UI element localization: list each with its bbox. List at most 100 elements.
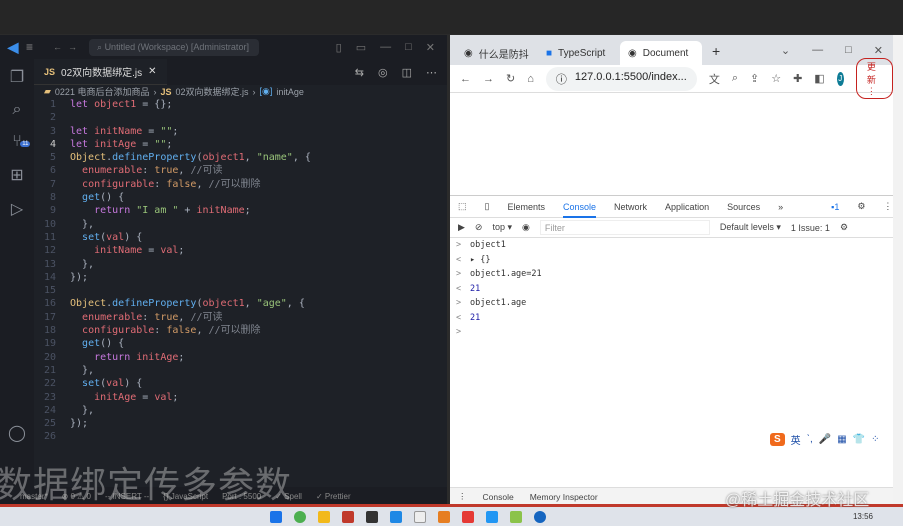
console-settings-icon[interactable]: ⚙ — [840, 222, 848, 233]
tab-network[interactable]: Network — [614, 202, 647, 212]
app-icon[interactable] — [390, 510, 402, 523]
compare-icon[interactable]: ⇆ — [355, 66, 364, 79]
update-button[interactable]: 更新 ⋮ — [855, 58, 893, 99]
back-icon[interactable]: ← — [53, 42, 62, 52]
app-icon[interactable] — [342, 510, 354, 523]
breadcrumb-folder[interactable]: 0221 电商后台添加商品 — [55, 85, 150, 98]
clock[interactable]: 13:56 — [853, 512, 903, 521]
status-prettier[interactable]: ✓ Prettier — [316, 492, 351, 501]
source-control-icon[interactable]: ⑂ 11 — [12, 133, 31, 151]
ime-toolbar[interactable]: S 英 ˋ, 🎤 ▦ 👕 ⁘ — [770, 432, 880, 447]
tab-elements[interactable]: Elements — [507, 202, 545, 212]
messages-badge[interactable]: ▪1 — [831, 202, 839, 212]
typora-icon[interactable] — [414, 510, 426, 523]
panel-icon[interactable]: ▭ — [356, 41, 366, 54]
ime-skin-icon[interactable]: 👕 — [853, 434, 865, 445]
tab-application[interactable]: Application — [665, 202, 709, 212]
ime-keyboard-icon[interactable]: ▦ — [837, 434, 846, 445]
maximize-icon[interactable]: □ — [845, 44, 852, 57]
file-explorer-icon[interactable] — [318, 510, 330, 523]
more-tabs-icon[interactable]: » — [778, 202, 783, 212]
drawer-menu-icon[interactable]: ⋮ — [458, 491, 467, 502]
app-icon[interactable] — [366, 510, 378, 523]
search-icon[interactable]: ⌕ — [13, 101, 22, 119]
drawer-tab-memory-inspector[interactable]: Memory Inspector — [530, 492, 598, 502]
share-icon[interactable]: ⇪ — [750, 72, 759, 85]
code-line: 20 return initAge; — [34, 351, 447, 364]
context-select[interactable]: top ▾ — [492, 222, 512, 233]
levels-select[interactable]: Default levels ▾ — [720, 222, 781, 233]
close-icon[interactable]: ✕ — [874, 44, 883, 57]
code-editor[interactable]: 1 let object1 = {}; 2 3 let initName = ""; 4 l… — [34, 98, 447, 444]
code-token: }); — [70, 418, 89, 430]
forward-icon[interactable]: → — [68, 42, 77, 52]
editor-tab[interactable]: JS 02双向数据绑定.js ✕ — [34, 59, 167, 85]
run-debug-icon[interactable]: ▷ — [11, 199, 23, 219]
close-tab-icon[interactable]: ✕ — [148, 66, 156, 77]
sidepanel-icon[interactable]: ◧ — [814, 72, 824, 85]
app-icon[interactable] — [510, 510, 522, 523]
breadcrumb-symbol[interactable]: initAge — [276, 87, 304, 97]
minimize-icon[interactable]: — — [380, 41, 391, 54]
star-icon[interactable]: ☆ — [771, 72, 781, 85]
account-icon[interactable]: ◯ — [8, 423, 26, 443]
filter-input[interactable]: Filter — [539, 220, 710, 235]
home-icon[interactable]: ⌂ — [527, 73, 534, 85]
ime-mic-icon[interactable]: 🎤 — [819, 434, 831, 445]
explorer-icon[interactable]: ❐ — [10, 67, 24, 87]
browser-tab[interactable]: ◉ 什么是防抖 — [456, 41, 538, 65]
code-token: ) { — [124, 378, 143, 390]
line-text: Object.defineProperty(object1, "age", { — [70, 297, 305, 310]
sidebar-toggle-icon[interactable]: ▶ — [458, 222, 465, 233]
console-output[interactable]: > object1 < ▸ {} > object1.age=21 <21 > object1.… — [450, 238, 893, 340]
tab-sources[interactable]: Sources — [727, 202, 760, 212]
address-bar[interactable]: ⓘ 127.0.0.1:5500/index... — [545, 66, 697, 91]
breadcrumb-file[interactable]: 02双向数据绑定.js — [175, 85, 248, 98]
forward-icon[interactable]: → — [483, 73, 494, 85]
ime-menu-icon[interactable]: ⁘ — [871, 434, 879, 445]
drawer-tab-console[interactable]: Console — [483, 492, 514, 502]
device-icon[interactable]: ▯ — [485, 201, 490, 212]
maximize-icon[interactable]: □ — [405, 41, 412, 54]
ime-punct-icon[interactable]: ˋ, — [807, 434, 813, 445]
console-line: > object1 — [450, 238, 893, 253]
tab-console[interactable]: Console — [563, 202, 597, 218]
back-icon[interactable]: ← — [460, 73, 471, 85]
clear-console-icon[interactable]: ⊘ — [475, 222, 483, 233]
issues-button[interactable]: 1 Issue: 1 — [791, 223, 830, 233]
extensions-icon[interactable]: ✚ — [793, 72, 802, 85]
start-icon[interactable] — [270, 510, 282, 523]
ime-language[interactable]: 英 — [791, 432, 801, 447]
minimize-icon[interactable]: — — [812, 44, 823, 57]
chrome-icon[interactable] — [294, 510, 306, 523]
eye-icon[interactable]: ◉ — [522, 222, 530, 233]
menu-icon[interactable]: ≡ — [26, 40, 33, 54]
line-text: }, — [70, 258, 94, 271]
new-tab-icon[interactable]: + — [702, 43, 730, 65]
app-icon[interactable] — [438, 510, 450, 523]
close-icon[interactable]: ✕ — [426, 41, 435, 54]
zoom-icon[interactable]: ⌕ — [732, 72, 738, 85]
reload-icon[interactable]: ↻ — [506, 72, 515, 85]
command-center[interactable]: ⌕ Untitled (Workspace) [Administrator] — [89, 38, 260, 56]
vscode-icon[interactable] — [486, 510, 498, 523]
layout-icon[interactable]: ▯ — [336, 41, 342, 54]
app-icon[interactable] — [534, 510, 546, 523]
browser-tab-active[interactable]: ◉ Document — [620, 41, 702, 65]
line-text: configurable: false, //可以删除 — [70, 324, 261, 337]
avatar[interactable]: J — [836, 71, 844, 86]
translate-icon[interactable]: 文 — [709, 71, 720, 87]
browser-tab[interactable]: ■ TypeScript — [538, 41, 620, 65]
more-icon[interactable]: ⋮ — [883, 201, 892, 212]
line-number: 14 — [43, 271, 56, 283]
code-line: 10 }, — [34, 218, 447, 231]
timeline-icon[interactable]: ◎ — [378, 66, 388, 79]
tab-search-icon[interactable]: ⌄ — [781, 44, 790, 57]
extensions-icon[interactable]: ⊞ — [10, 165, 23, 185]
settings-icon[interactable]: ⚙ — [857, 201, 865, 212]
split-editor-icon[interactable]: ◫ — [402, 66, 412, 79]
more-icon[interactable]: ⋯ — [426, 66, 437, 79]
vivaldi-icon[interactable] — [462, 510, 474, 523]
inspect-icon[interactable]: ⬚ — [458, 201, 467, 212]
